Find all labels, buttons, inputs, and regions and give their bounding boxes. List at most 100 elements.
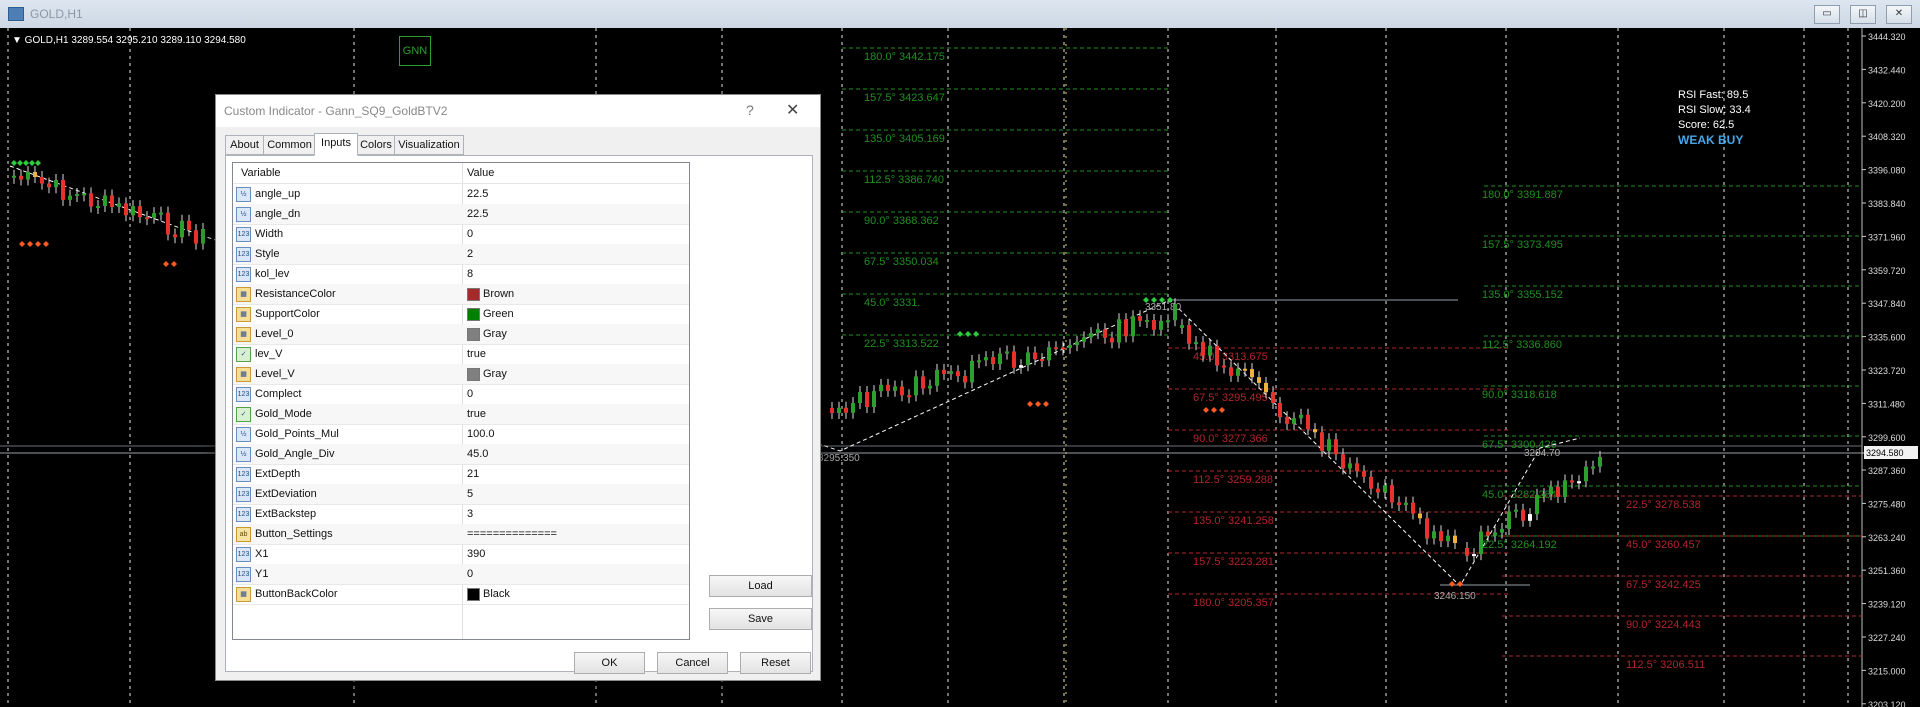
variable-name: Level_0 xyxy=(255,328,294,340)
candle-body xyxy=(131,206,135,216)
color-swatch[interactable] xyxy=(467,368,480,381)
minimize-button[interactable]: ▭ xyxy=(1814,5,1840,24)
table-row[interactable]: 123 Style 2 xyxy=(233,244,689,265)
candle-body xyxy=(1243,368,1247,371)
variable-value[interactable]: 3 xyxy=(467,508,473,520)
table-row[interactable]: ▦ ButtonBackColor Black xyxy=(233,584,689,605)
candle-body xyxy=(977,360,981,363)
value-header[interactable]: Value xyxy=(467,167,494,179)
variable-value[interactable]: 0 xyxy=(467,228,473,240)
color-swatch[interactable] xyxy=(467,588,480,601)
variable-value[interactable]: 22.5 xyxy=(467,188,488,200)
tab-colors[interactable]: Colors xyxy=(357,135,395,155)
table-row[interactable]: 123 ExtDeviation 5 xyxy=(233,484,689,505)
table-row[interactable]: ½ Gold_Points_Mul 100.0 xyxy=(233,424,689,445)
ok-button[interactable]: OK xyxy=(574,652,645,674)
candle-body xyxy=(984,357,988,361)
candle-body xyxy=(1535,494,1539,515)
color-swatch[interactable] xyxy=(467,308,480,321)
candle-body xyxy=(1124,319,1128,337)
variable-value[interactable]: 8 xyxy=(467,268,473,280)
variable-value[interactable]: 390 xyxy=(467,548,485,560)
restore-button[interactable]: ◫ xyxy=(1850,5,1876,24)
price-tick-label: 3371.960 xyxy=(1868,232,1906,242)
close-window-button[interactable]: ✕ xyxy=(1886,5,1912,24)
table-row[interactable]: 123 Complect 0 xyxy=(233,384,689,405)
gann-left-level-label: 22.5° 3313.522 xyxy=(864,338,939,350)
table-row[interactable]: ▦ Level_0 Gray xyxy=(233,324,689,345)
gann-right-green-level-label: 135.0° 3355.152 xyxy=(1482,289,1563,301)
table-row[interactable]: 123 Y1 0 xyxy=(233,564,689,585)
tab-common[interactable]: Common xyxy=(263,135,316,155)
candle-body xyxy=(201,228,205,244)
candle-body xyxy=(928,385,932,389)
fractal-down-marker xyxy=(163,261,169,267)
candle-body xyxy=(1257,377,1261,383)
table-row[interactable]: ▦ ResistanceColor Brown xyxy=(233,284,689,305)
table-row[interactable]: ½ angle_up 22.5 xyxy=(233,184,689,205)
price-tick-label: 3335.600 xyxy=(1868,333,1906,343)
table-row[interactable]: 123 ExtDepth 21 xyxy=(233,464,689,485)
candle-body xyxy=(187,220,191,231)
candle-body xyxy=(956,371,960,377)
table-row[interactable]: 123 kol_lev 8 xyxy=(233,264,689,285)
candle-body xyxy=(907,395,911,398)
load-button[interactable]: Load xyxy=(709,575,812,597)
reset-button[interactable]: Reset xyxy=(740,652,811,674)
table-row[interactable]: 123 Width 0 xyxy=(233,224,689,245)
table-row[interactable]: ▦ Level_V Gray xyxy=(233,364,689,385)
candle-body xyxy=(138,206,142,218)
fractal-down-marker xyxy=(171,261,177,267)
table-row[interactable]: 123 ExtBackstep 3 xyxy=(233,504,689,525)
candle-body xyxy=(1570,480,1574,483)
gann-right-green-level-label: 22.5° 3264.192 xyxy=(1482,539,1557,551)
close-icon[interactable]: ✕ xyxy=(786,100,799,120)
table-row[interactable]: ab Button_Settings ============== xyxy=(233,524,689,545)
variable-value[interactable]: Brown xyxy=(483,288,514,300)
inputs-table[interactable]: Variable Value ½ angle_up 22.5 ½ angle_dn 22.… xyxy=(232,162,690,640)
variable-header[interactable]: Variable xyxy=(241,167,281,179)
save-button[interactable]: Save xyxy=(709,608,812,630)
variable-value[interactable]: true xyxy=(467,408,486,420)
table-row[interactable]: 123 X1 390 xyxy=(233,544,689,565)
candle-body xyxy=(1313,429,1317,433)
variable-value[interactable]: 21 xyxy=(467,468,479,480)
help-icon[interactable]: ? xyxy=(746,102,754,118)
candle-body xyxy=(1334,439,1338,455)
variable-value[interactable]: Black xyxy=(483,588,510,600)
dbl-type-icon: ½ xyxy=(236,207,251,222)
variable-value[interactable]: true xyxy=(467,348,486,360)
int-type-icon: 123 xyxy=(236,567,251,582)
table-row[interactable]: ▦ SupportColor Green xyxy=(233,304,689,325)
variable-value[interactable]: 2 xyxy=(467,248,473,260)
chart-window-icon xyxy=(8,7,24,21)
candle-body xyxy=(82,193,86,196)
tab-about[interactable]: About xyxy=(225,135,264,155)
variable-value[interactable]: 100.0 xyxy=(467,428,495,440)
price-tick-label: 3275.480 xyxy=(1868,499,1906,509)
tab-visualization[interactable]: Visualization xyxy=(394,135,464,155)
variable-value[interactable]: 45.0 xyxy=(467,448,488,460)
candle-body xyxy=(110,195,114,207)
table-row[interactable]: ✓ Gold_Mode true xyxy=(233,404,689,425)
cancel-button[interactable]: Cancel xyxy=(657,652,728,674)
variable-value[interactable]: 0 xyxy=(467,388,473,400)
tab-inputs[interactable]: Inputs xyxy=(314,133,358,156)
variable-value[interactable]: Green xyxy=(483,308,514,320)
table-row[interactable]: ✓ lev_V true xyxy=(233,344,689,365)
variable-value[interactable]: Gray xyxy=(483,328,507,340)
variable-value[interactable]: 0 xyxy=(467,568,473,580)
int-type-icon: 123 xyxy=(236,487,251,502)
window-title: GOLD,H1 xyxy=(30,7,83,21)
variable-value[interactable]: Gray xyxy=(483,368,507,380)
variable-value[interactable]: 5 xyxy=(467,488,473,500)
color-swatch[interactable] xyxy=(467,288,480,301)
table-row[interactable]: ½ angle_dn 22.5 xyxy=(233,204,689,225)
color-swatch[interactable] xyxy=(467,328,480,341)
table-row[interactable]: ½ Gold_Angle_Div 45.0 xyxy=(233,444,689,465)
candle-body xyxy=(1598,457,1602,467)
variable-value[interactable]: 22.5 xyxy=(467,208,488,220)
gnn-button[interactable]: GNN xyxy=(399,36,431,66)
variable-value[interactable]: ============== xyxy=(467,528,557,540)
candle-body xyxy=(830,408,834,414)
